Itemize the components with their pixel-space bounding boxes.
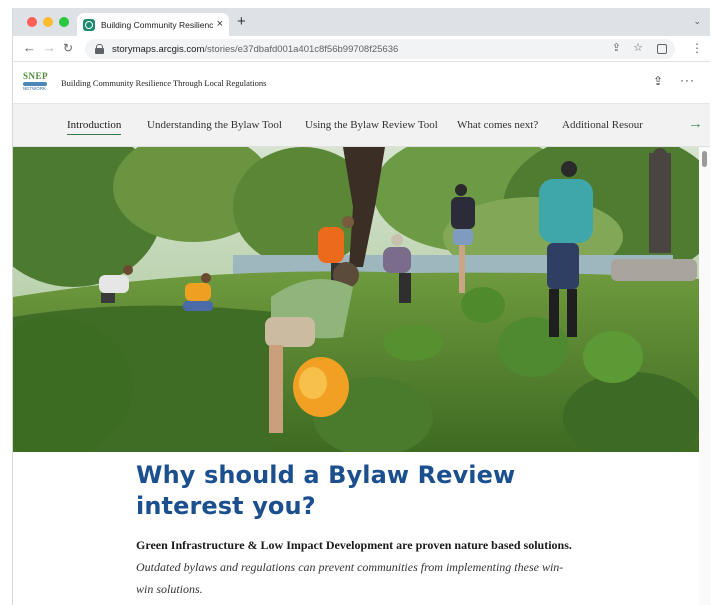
- hero-photo: [13, 147, 699, 452]
- lock-icon[interactable]: [95, 44, 104, 54]
- share-icon[interactable]: ⇪: [612, 43, 621, 54]
- address-bar[interactable]: storymaps.arcgis.com/stories/e37dbafd001…: [85, 39, 675, 59]
- star-icon[interactable]: ☆: [633, 43, 643, 54]
- browser-tab[interactable]: Building Community Resilienc ×: [77, 13, 229, 36]
- url-path: /stories/e37dbafd001a401c8f56b99708f2563…: [204, 43, 399, 55]
- story-title: Building Community Resilience Through Lo…: [61, 78, 267, 88]
- more-options-button[interactable]: ···: [680, 74, 695, 86]
- browser-toolbar: ← → ↻ storymaps.arcgis.com/stories/e37db…: [13, 36, 710, 62]
- volunteers-planting-illustration: [13, 147, 699, 452]
- url-host: storymaps.arcgis.com: [112, 43, 205, 55]
- back-arrow-icon[interactable]: ←: [23, 41, 36, 54]
- browser-window: Building Community Resilienc × + ⌄ ← → ↻…: [12, 8, 710, 605]
- url-text[interactable]: storymaps.arcgis.com/stories/e37dbafd001…: [112, 44, 398, 55]
- story-navigation: Introduction Understanding the Bylaw Too…: [13, 103, 710, 147]
- tab-search-button[interactable]: ⌄: [693, 16, 701, 27]
- nav-item-using[interactable]: Using the Bylaw Review Tool: [305, 119, 438, 131]
- nav-item-understanding[interactable]: Understanding the Bylaw Tool: [147, 119, 282, 131]
- article-section: Why should a Bylaw Review interest you? …: [136, 460, 576, 600]
- section-heading: Why should a Bylaw Review interest you?: [136, 461, 516, 520]
- tab-close-button[interactable]: ×: [217, 19, 223, 30]
- nav-next-arrow-icon[interactable]: →: [688, 116, 703, 131]
- nav-item-what-next[interactable]: What comes next?: [457, 119, 538, 131]
- scrollbar-thumb[interactable]: [702, 151, 707, 167]
- nav-item-introduction[interactable]: Introduction: [67, 119, 122, 135]
- side-panel-icon[interactable]: [657, 44, 667, 54]
- reload-icon[interactable]: ↻: [63, 42, 73, 54]
- tab-strip: Building Community Resilienc × + ⌄: [13, 8, 710, 36]
- kebab-menu-icon[interactable]: ⋮: [691, 42, 703, 54]
- story-header: SNEP NETWORK Building Community Resilien…: [13, 63, 710, 103]
- intro-italic-text: Outdated bylaws and regulations can prev…: [136, 560, 564, 596]
- logo-bottom-text: NETWORK: [23, 86, 46, 91]
- intro-paragraph: Green Infrastructure & Low Impact Develo…: [136, 534, 576, 600]
- maximize-window-button[interactable]: [59, 17, 69, 27]
- share-icon[interactable]: ⇪: [653, 75, 663, 87]
- new-tab-button[interactable]: +: [237, 14, 246, 29]
- intro-bold-text: Green Infrastructure & Low Impact Develo…: [136, 538, 572, 552]
- favicon-icon: [83, 18, 95, 31]
- tab-title: Building Community Resilienc: [101, 19, 213, 30]
- close-window-button[interactable]: [27, 17, 37, 27]
- scrollbar-track[interactable]: [699, 147, 710, 605]
- minimize-window-button[interactable]: [43, 17, 53, 27]
- forward-arrow-icon[interactable]: →: [43, 41, 56, 54]
- nav-item-additional[interactable]: Additional Resour: [562, 119, 643, 131]
- snep-network-logo[interactable]: SNEP NETWORK: [23, 72, 51, 96]
- logo-top-text: SNEP: [23, 71, 49, 81]
